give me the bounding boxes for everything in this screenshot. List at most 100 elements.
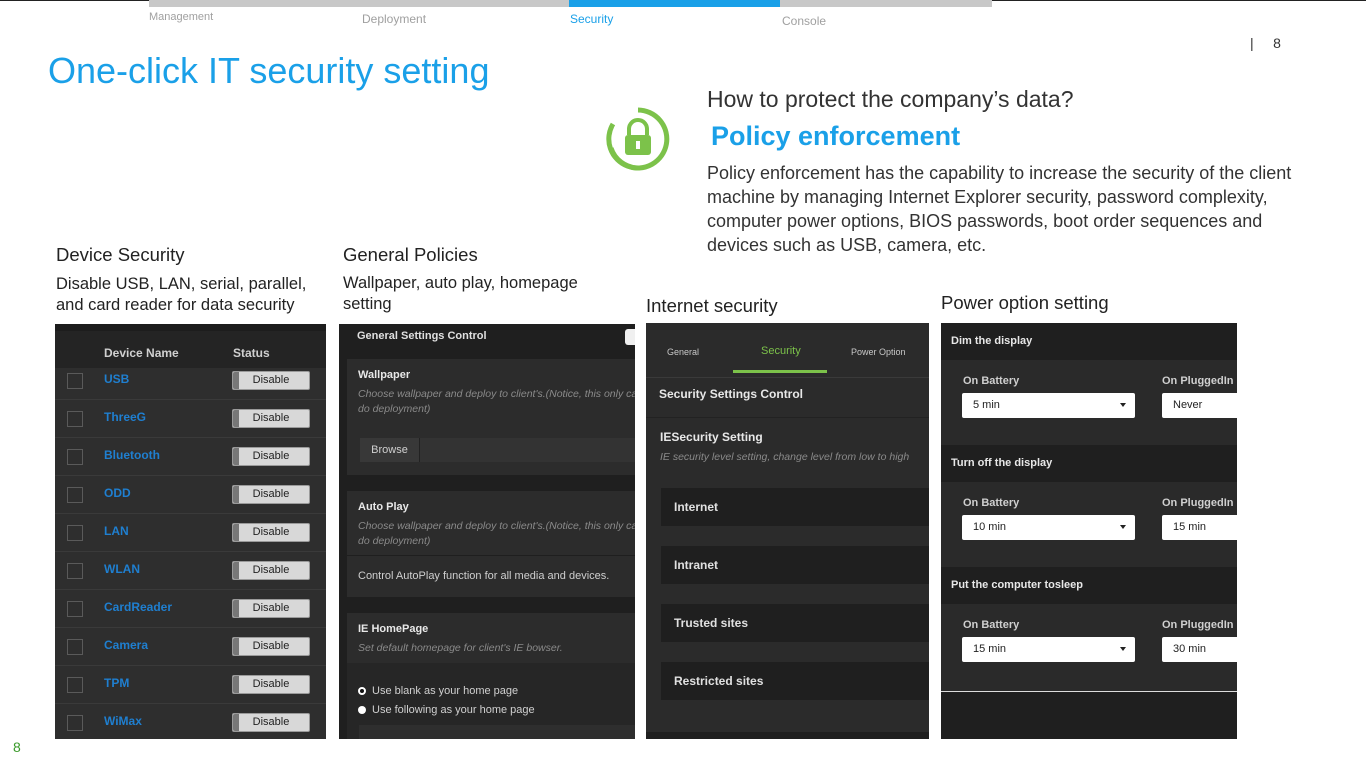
- radio-following-homepage[interactable]: Use following as your home page: [358, 704, 535, 716]
- disable-toggle-button[interactable]: Disable: [232, 523, 310, 542]
- on-pluggedin-label: On PluggedIn: [1162, 375, 1234, 387]
- battery-select[interactable]: 5 min: [962, 393, 1135, 418]
- power-group-header: Dim the display: [941, 323, 1237, 360]
- power-group-title: Turn off the display: [951, 457, 1053, 469]
- column-status: Status: [233, 346, 270, 360]
- radio-blank-homepage[interactable]: Use blank as your home page: [358, 685, 518, 697]
- policy-description: Policy enforcement has the capability to…: [707, 163, 1292, 255]
- battery-select-value: 10 min: [973, 521, 1007, 533]
- disable-toggle-button[interactable]: Disable: [232, 675, 310, 694]
- on-pluggedin-label: On PluggedIn: [1162, 497, 1234, 509]
- row-checkbox[interactable]: [67, 677, 83, 693]
- device-security-panel: Device Name Status USB Disable ThreeG Disab…: [55, 324, 326, 739]
- device-row: USB Disable: [55, 361, 326, 400]
- row-checkbox[interactable]: [67, 715, 83, 731]
- row-checkbox[interactable]: [67, 639, 83, 655]
- chevron-down-icon: [1120, 403, 1126, 407]
- active-tab-underline: [733, 370, 827, 373]
- progress-nav-bar: [149, 0, 992, 7]
- general-settings-panel: General Settings Control Wallpaper Choos…: [339, 324, 635, 739]
- chevron-down-icon: [1120, 647, 1126, 651]
- ie-homepage-hint: Set default homepage for client's IE bow…: [358, 642, 563, 654]
- homepage-url-input[interactable]: [359, 725, 635, 739]
- disable-toggle-button[interactable]: Disable: [232, 561, 310, 580]
- device-name: Camera: [104, 638, 149, 652]
- nav-tab-management[interactable]: Management: [149, 11, 213, 23]
- row-checkbox[interactable]: [67, 373, 83, 389]
- zone-intranet-label: Intranet: [674, 558, 719, 572]
- disable-toggle-button[interactable]: Disable: [232, 409, 310, 428]
- row-checkbox[interactable]: [67, 411, 83, 427]
- device-row: Bluetooth Disable: [55, 437, 326, 476]
- disable-toggle-button[interactable]: Disable: [232, 713, 310, 732]
- pluggedin-select[interactable]: 15 min: [1162, 515, 1237, 540]
- pluggedin-select-value: 30 min: [1173, 643, 1207, 655]
- disable-toggle-button[interactable]: Disable: [232, 637, 310, 656]
- device-security-subtitle: Disable USB, LAN, serial, parallel, and …: [56, 275, 307, 314]
- zone-trusted-sites[interactable]: Trusted sites: [661, 604, 929, 642]
- general-policies-heading: General Policies: [343, 244, 478, 265]
- zone-intranet[interactable]: Intranet: [661, 546, 929, 584]
- row-checkbox[interactable]: [67, 525, 83, 541]
- device-row: ODD Disable: [55, 475, 326, 514]
- disable-toggle-button[interactable]: Disable: [232, 485, 310, 504]
- nav-tab-console[interactable]: Console: [782, 14, 826, 28]
- ie-homepage-heading: IE HomePage: [358, 623, 429, 635]
- device-name: Bluetooth: [104, 448, 160, 462]
- autoplay-card: Auto Play Choose wallpaper and deploy to…: [347, 491, 635, 597]
- device-row: CardReader Disable: [55, 589, 326, 628]
- zone-restricted-sites[interactable]: Restricted sites: [661, 662, 929, 700]
- general-settings-toggle[interactable]: [625, 329, 635, 345]
- device-name: USB: [104, 372, 130, 386]
- device-row: TPM Disable: [55, 665, 326, 704]
- device-name: ODD: [104, 486, 131, 500]
- nav-tab-deployment[interactable]: Deployment: [362, 12, 426, 26]
- general-settings-title: General Settings Control: [357, 330, 487, 342]
- battery-select[interactable]: 10 min: [962, 515, 1135, 540]
- radio-unselected-icon: [358, 706, 366, 714]
- tab-security[interactable]: Security: [761, 345, 801, 357]
- internet-security-panel: General Security Power Option Security S…: [646, 323, 929, 739]
- pluggedin-select-value: Never: [1173, 399, 1203, 411]
- disable-toggle-button[interactable]: Disable: [232, 371, 310, 390]
- device-name: ThreeG: [104, 410, 147, 424]
- page-title: One-click IT security setting: [48, 50, 490, 91]
- device-name: WLAN: [104, 562, 140, 576]
- autoplay-hint: Choose wallpaper and deploy to client's.…: [358, 520, 635, 547]
- on-battery-label: On Battery: [963, 497, 1020, 509]
- internet-security-heading: Internet security: [646, 295, 778, 316]
- power-footer: [941, 692, 1237, 739]
- zone-trusted-label: Trusted sites: [674, 616, 749, 630]
- zone-internet[interactable]: Internet: [661, 488, 929, 526]
- ie-homepage-card: IE HomePage Set default homepage for cli…: [347, 613, 635, 739]
- row-checkbox[interactable]: [67, 601, 83, 617]
- power-group-title: Dim the display: [951, 335, 1033, 347]
- row-checkbox[interactable]: [67, 449, 83, 465]
- device-security-heading: Device Security: [56, 244, 185, 265]
- battery-select[interactable]: 15 min: [962, 637, 1135, 662]
- disable-toggle-button[interactable]: Disable: [232, 599, 310, 618]
- tab-divider: [646, 377, 929, 378]
- battery-select-value: 5 min: [973, 399, 1000, 411]
- row-checkbox[interactable]: [67, 563, 83, 579]
- chevron-down-icon: [1120, 525, 1126, 529]
- pluggedin-select-value: 15 min: [1173, 521, 1207, 533]
- autoplay-heading: Auto Play: [358, 501, 409, 513]
- device-row: LAN Disable: [55, 513, 326, 552]
- power-group-header: Put the computer tosleep: [941, 567, 1237, 604]
- device-name: CardReader: [104, 600, 173, 614]
- disable-toggle-button[interactable]: Disable: [232, 447, 310, 466]
- device-row: Camera Disable: [55, 627, 326, 666]
- lock-icon: [606, 107, 670, 171]
- row-checkbox[interactable]: [67, 487, 83, 503]
- nav-tab-security[interactable]: Security: [570, 12, 613, 26]
- tab-general[interactable]: General: [667, 347, 699, 357]
- power-group-title: Put the computer tosleep: [951, 579, 1084, 591]
- radio-following-label: Use following as your home page: [372, 704, 535, 716]
- wallpaper-hint: Choose wallpaper and deploy to client's.…: [358, 388, 635, 415]
- pluggedin-select[interactable]: Never: [1162, 393, 1237, 418]
- browse-button[interactable]: Browse: [360, 438, 420, 462]
- pluggedin-select[interactable]: 30 min: [1162, 637, 1237, 662]
- tab-power-option[interactable]: Power Option: [851, 347, 906, 357]
- device-row: WiMax Disable: [55, 703, 326, 739]
